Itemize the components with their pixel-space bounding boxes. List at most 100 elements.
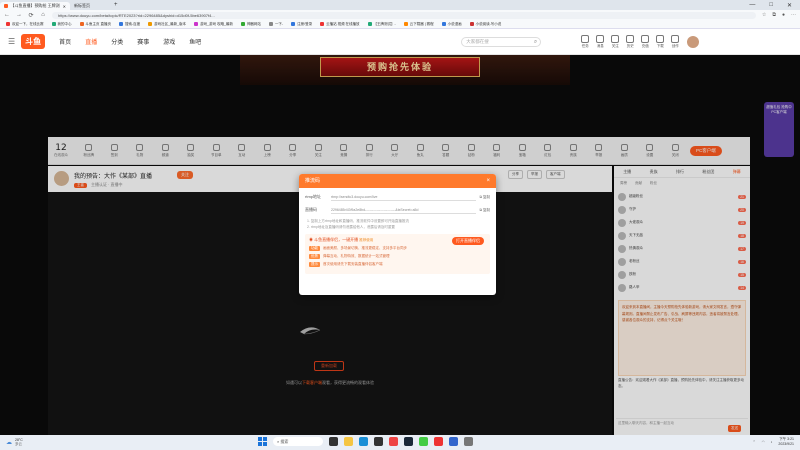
- nav-item[interactable]: 分类: [111, 37, 123, 46]
- chrome-icon[interactable]: [389, 437, 398, 446]
- close-icon[interactable]: ×: [486, 174, 490, 188]
- bookmark-item[interactable]: 游戏社区_最新_版本: [148, 22, 186, 27]
- settings-icon[interactable]: [464, 437, 473, 446]
- files-icon[interactable]: [344, 437, 353, 446]
- bookmark-icon: [291, 22, 296, 26]
- header-task-button[interactable]: 任务: [581, 34, 590, 49]
- header-icon-label: 下载: [656, 43, 664, 48]
- bookmark-item[interactable]: 我的中心: [51, 21, 72, 27]
- site-header: ☰ 斗鱼 首页 直播 分类 赛事 游戏 鱼吧 大家都在搜 ⌕ 任务 消息 关注 历史 充值 下载 创作: [0, 29, 800, 55]
- header-pen-button[interactable]: 创作: [671, 34, 680, 49]
- bookmark-icon: [367, 22, 372, 26]
- modal-note: 2. rtmp地址及直播码请勿泄露给他人，泄露后请及时重置: [307, 225, 395, 229]
- star-icon[interactable]: ☆: [762, 12, 766, 18]
- browser-tab-new[interactable]: 新标签页: [70, 2, 110, 10]
- bookmark-item[interactable]: 云下载器 | 赛程: [403, 22, 434, 27]
- bookmark-icon: [403, 22, 408, 26]
- promo-line-text: 首次使用请先下载安装直播伴侣客户端: [323, 262, 383, 266]
- promo-line-text: 弹幕互动、礼物特效、数据统计一站式管理: [323, 254, 390, 258]
- bookmark-item[interactable]: 注册/登录: [291, 22, 312, 27]
- bookmark-label: 神器网站: [246, 21, 261, 26]
- profile-icon[interactable]: ●: [782, 12, 785, 18]
- download-icon: [656, 34, 665, 43]
- bookmark-item[interactable]: 小说阅读-写小说: [469, 22, 501, 27]
- bookmark-item[interactable]: 游戏_游戏 攻略_最新: [194, 22, 233, 27]
- store-icon[interactable]: [374, 437, 383, 446]
- header-download-button[interactable]: 下载: [656, 34, 665, 49]
- nav-item[interactable]: 游戏: [163, 37, 175, 46]
- maximize-button[interactable]: □: [769, 2, 773, 9]
- chevron-up-icon[interactable]: ⌃: [753, 440, 756, 444]
- search-placeholder: 大家都在搜: [466, 38, 489, 44]
- windows-taskbar: ☁ 28°C 多云 ⌕ 搜索 ⌃ ◠ ♪ 下午 3:21 2023/9/21: [0, 435, 800, 450]
- url-input[interactable]: https://www.douyu.com/beta/topic/RTE2023…: [52, 11, 756, 19]
- reload-icon[interactable]: ⟳: [28, 12, 34, 19]
- heart-icon: [611, 34, 620, 43]
- menu-icon[interactable]: ⋯: [791, 12, 796, 18]
- steam-icon[interactable]: [404, 437, 413, 446]
- new-tab-icon[interactable]: +: [114, 2, 118, 8]
- bookmark-label: 欢迎一下，在线比赛: [12, 21, 44, 26]
- open-companion-button[interactable]: 打开直播伴侣: [452, 237, 484, 245]
- rtmp-row: rtmp地址 rtmp://sendtc3.douyu.com/live ⧉ 复…: [299, 193, 496, 201]
- rtmp-url-field[interactable]: rtmp://sendtc3.douyu.com/live: [331, 193, 476, 201]
- bookmark-item[interactable]: 【王牌测试】-: [367, 22, 396, 27]
- wallet-icon: [641, 34, 650, 43]
- tab-close-icon[interactable]: ✕: [63, 4, 66, 9]
- bookmark-item[interactable]: 搜索-百度: [118, 22, 140, 27]
- nav-item[interactable]: 直播: [85, 37, 97, 46]
- header-bell-button[interactable]: 消息: [596, 34, 605, 49]
- stream-key-field[interactable]: 2296485r4Gf9a2e8bd----------------------…: [331, 206, 476, 214]
- bookmark-item[interactable]: 神器网站: [240, 21, 261, 27]
- music-icon[interactable]: [434, 437, 443, 446]
- modal-title: 推流码: [305, 178, 321, 184]
- start-button[interactable]: [258, 437, 267, 446]
- wifi-icon[interactable]: ◠: [762, 440, 765, 444]
- task-icon: [581, 34, 590, 43]
- header-wallet-button[interactable]: 充值: [641, 34, 650, 49]
- copy-label: 复制: [483, 207, 490, 212]
- header-heart-button[interactable]: 关注: [611, 34, 620, 49]
- taskbar-search[interactable]: ⌕ 搜索: [273, 437, 323, 446]
- promo-line: 优势 弹幕互动、礼物特效、数据统计一站式管理: [309, 254, 486, 259]
- back-icon[interactable]: ←: [4, 12, 10, 18]
- game-icon[interactable]: [419, 437, 428, 446]
- forward-icon[interactable]: →: [16, 12, 22, 18]
- bookmark-icon: [240, 22, 245, 26]
- bookmark-item[interactable]: 小说漫画: [441, 22, 462, 27]
- mail-icon[interactable]: [449, 437, 458, 446]
- bookmark-label: 游戏社区_最新_版本: [154, 21, 187, 26]
- taskbar-search-label: 搜索: [280, 439, 289, 444]
- clock-icon: [626, 34, 635, 43]
- browser-tab-active[interactable]: 【斗鱼直播】预购抢 王牌测试卡战斗测试服 ✕: [0, 2, 70, 10]
- edge-icon[interactable]: [359, 437, 368, 446]
- rtmp-label: rtmp地址: [305, 194, 321, 199]
- bookmark-icon: [320, 22, 325, 26]
- weather-widget[interactable]: ☁ 28°C 多云: [0, 438, 23, 447]
- copy-key-button[interactable]: ⧉ 复制: [480, 208, 490, 213]
- volume-icon[interactable]: ♪: [771, 440, 773, 444]
- extensions-icon[interactable]: ⧉: [772, 12, 776, 18]
- home-icon[interactable]: ⌂: [40, 12, 46, 18]
- search-input[interactable]: 大家都在搜 ⌕: [461, 36, 542, 47]
- bookmark-item[interactable]: 云播站 视频 在线播放: [320, 22, 360, 27]
- clock[interactable]: 下午 3:21 2023/9/21: [778, 437, 794, 447]
- bookmark-label: 我的中心: [57, 21, 72, 26]
- main-nav: 首页 直播 分类 赛事 游戏 鱼吧: [59, 37, 201, 46]
- close-button[interactable]: ✕: [787, 2, 792, 9]
- nav-item[interactable]: 赛事: [137, 37, 149, 46]
- taskview-icon[interactable]: [329, 437, 338, 446]
- nav-item[interactable]: 首页: [59, 37, 71, 46]
- stream-key-modal: 推流码 × rtmp地址 rtmp://sendtc3.douyu.com/li…: [299, 174, 496, 295]
- bookmark-item[interactable]: 斗鱼主页 直播页: [79, 22, 111, 27]
- bookmark-item[interactable]: 一下-: [268, 22, 283, 27]
- bookmark-item[interactable]: 欢迎一下，在线比赛: [6, 22, 44, 27]
- site-logo[interactable]: 斗鱼: [21, 34, 46, 49]
- copy-rtmp-button[interactable]: ⧉ 复制: [480, 195, 490, 200]
- minimize-button[interactable]: —: [749, 2, 755, 9]
- nav-item[interactable]: 鱼吧: [189, 37, 201, 46]
- menu-icon[interactable]: ☰: [8, 37, 15, 46]
- header-clock-button[interactable]: 历史: [626, 34, 635, 49]
- avatar[interactable]: [687, 35, 700, 48]
- search-icon[interactable]: ⌕: [534, 38, 537, 46]
